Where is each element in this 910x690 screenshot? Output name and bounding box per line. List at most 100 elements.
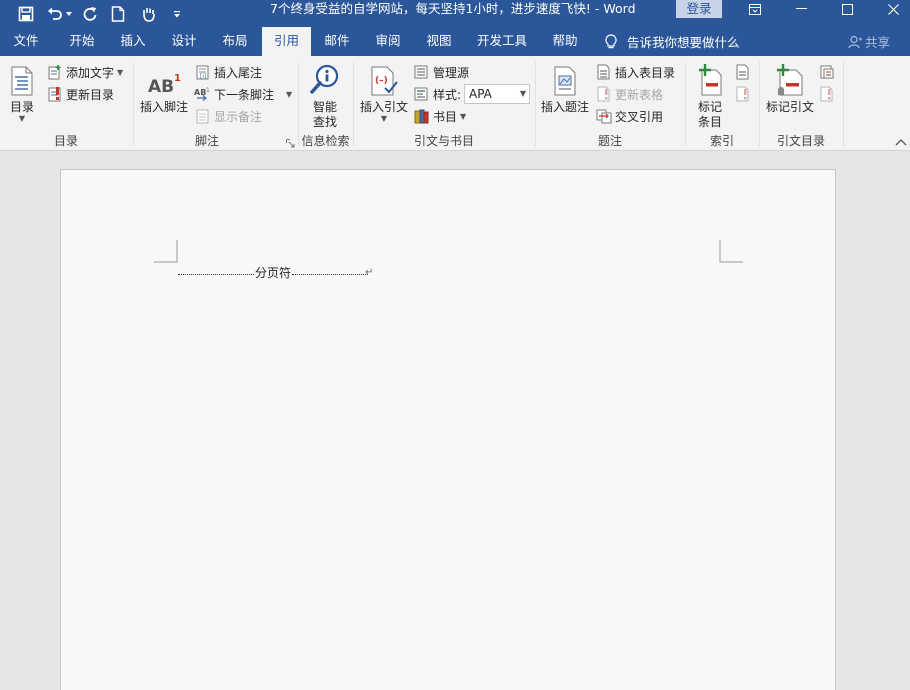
chevron-down-icon: ▼ [520, 85, 526, 103]
page-break-label: 分页符 [254, 266, 292, 280]
mark-entry-button[interactable]: 标记条目 [690, 62, 730, 130]
smart-lookup-label: 智能查找 [310, 100, 340, 130]
title-bar: 7个终身受益的自学网站，每天坚持1小时，进步速度飞快! - Word 登录 [0, 0, 910, 27]
insert-table-of-figures-button[interactable]: 插入表目录 [595, 62, 675, 82]
tab-view[interactable]: 视图 [414, 27, 464, 56]
cross-reference-button[interactable]: 交叉引用 [595, 106, 663, 126]
insert-caption-label: 插入题注 [541, 100, 589, 115]
crop-mark-top-left [154, 240, 178, 264]
mark-citation-button[interactable]: 标记引文 [762, 62, 818, 115]
mark-entry-label: 标记条目 [695, 100, 725, 130]
tab-developer[interactable]: 开发工具 [466, 27, 538, 56]
group-label-captions: 题注 [536, 133, 684, 149]
svg-text:1: 1 [206, 87, 210, 94]
login-button[interactable]: 登录 [676, 0, 722, 18]
document-area[interactable]: 分页符 ↵ [0, 152, 910, 690]
update-table-of-figures-icon [595, 85, 613, 103]
manage-sources-icon [413, 63, 431, 81]
tab-design[interactable]: 设计 [159, 27, 209, 56]
maximize-icon[interactable] [832, 0, 862, 18]
customize-icon[interactable] [170, 0, 184, 27]
save-icon[interactable] [16, 0, 36, 27]
group-separator [843, 62, 844, 146]
show-notes-icon [194, 107, 212, 125]
smart-lookup-button[interactable]: 智能查找 [303, 62, 347, 130]
undo-icon[interactable] [44, 0, 66, 27]
show-notes-button: 显示备注 [194, 106, 262, 126]
mark-citation-icon [775, 62, 805, 96]
update-table-of-figures-label: 更新表格 [615, 86, 663, 103]
group-label-research: 信息检索 [299, 133, 352, 149]
next-footnote-button[interactable]: AB1 下一条脚注 ▼ [194, 84, 292, 104]
chevron-down-icon: ▼ [460, 112, 466, 121]
update-table-button[interactable]: 更新目录 [46, 84, 114, 104]
update-table-of-figures-button: 更新表格 [595, 84, 663, 104]
lightbulb-icon [605, 34, 617, 50]
paragraph-mark-icon: ↵ [365, 267, 373, 278]
footnote-dialog-launcher-icon[interactable] [286, 139, 295, 148]
undo-dropdown-icon[interactable] [64, 0, 74, 27]
window-title: 7个终身受益的自学网站，每天坚持1小时，进步速度飞快! - Word [270, 0, 636, 27]
insert-endnote-button[interactable]: [i] 插入尾注 [194, 62, 262, 82]
citation-style-select[interactable]: APA ▼ [464, 84, 530, 104]
group-label-toc: 目录 [0, 133, 132, 149]
touch-mode-icon[interactable] [138, 0, 160, 27]
next-footnote-icon: AB1 [194, 85, 212, 103]
tab-layout[interactable]: 布局 [210, 27, 260, 56]
table-of-contents-icon [11, 62, 33, 96]
collapse-ribbon-icon[interactable] [895, 138, 907, 148]
share-label: 共享 [865, 32, 890, 51]
ribbon-display-options-icon[interactable] [740, 0, 770, 18]
page-break[interactable]: 分页符 [178, 266, 374, 280]
share-button[interactable]: 共享 [848, 27, 890, 56]
insert-caption-button[interactable]: 插入题注 [539, 62, 591, 115]
endnote-icon: [i] [194, 63, 212, 81]
tell-me-label: 告诉我你想要做什么 [627, 32, 740, 51]
insert-table-of-figures-label: 插入表目录 [615, 64, 675, 81]
smart-lookup-icon [310, 62, 340, 96]
insert-citation-button[interactable]: (–) 插入引文 ▼ [357, 62, 411, 123]
insert-index-icon [734, 63, 752, 81]
insert-citation-label: 插入引文 [360, 100, 408, 115]
page-break-line-left [178, 274, 256, 275]
crop-mark-top-right [719, 240, 743, 264]
tab-mailings[interactable]: 邮件 [313, 27, 361, 56]
minimize-icon[interactable] [786, 0, 816, 18]
update-table-of-authorities-button [818, 84, 838, 104]
chevron-down-icon: ▼ [381, 115, 387, 123]
cross-reference-label: 交叉引用 [615, 108, 663, 125]
update-table-label: 更新目录 [66, 86, 114, 103]
chevron-down-icon: ▼ [117, 68, 123, 77]
tab-review[interactable]: 审阅 [363, 27, 413, 56]
mark-citation-label: 标记引文 [766, 100, 814, 115]
update-index-button [734, 84, 754, 104]
update-index-icon [734, 85, 752, 103]
svg-text:1: 1 [174, 73, 181, 84]
cross-reference-icon [595, 107, 613, 125]
manage-sources-button[interactable]: 管理源 [413, 62, 469, 82]
group-label-index: 索引 [686, 133, 758, 149]
table-of-contents-button[interactable]: 目录 ▼ [4, 62, 40, 123]
bibliography-icon [413, 107, 431, 125]
add-text-button[interactable]: 添加文字 ▼ [46, 62, 123, 82]
tab-file[interactable]: 文件 [0, 27, 52, 56]
chevron-down-icon: ▼ [19, 115, 25, 123]
tab-references[interactable]: 引用 [262, 27, 311, 56]
insert-footnote-button[interactable]: AB1 插入脚注 [138, 62, 190, 115]
tab-home[interactable]: 开始 [56, 27, 108, 56]
insert-index-button[interactable] [734, 62, 754, 82]
table-of-figures-icon [595, 63, 613, 81]
person-icon [848, 35, 862, 49]
ribbon-references: 目录 ▼ 添加文字 ▼ 更新目录 目录 AB1 插入脚注 [i] 插入尾注 AB… [0, 56, 910, 151]
new-document-icon[interactable] [108, 0, 128, 27]
tell-me-search[interactable]: 告诉我你想要做什么 [605, 27, 740, 56]
document-page[interactable]: 分页符 ↵ [60, 169, 836, 690]
insert-table-of-authorities-button[interactable] [818, 62, 838, 82]
tab-insert[interactable]: 插入 [108, 27, 158, 56]
bibliography-button[interactable]: 书目 ▼ [413, 106, 466, 126]
insert-endnote-label: 插入尾注 [214, 64, 262, 81]
tab-help[interactable]: 帮助 [540, 27, 590, 56]
insert-table-of-authorities-icon [818, 63, 836, 81]
close-icon[interactable] [878, 0, 908, 18]
redo-icon[interactable] [80, 0, 100, 27]
